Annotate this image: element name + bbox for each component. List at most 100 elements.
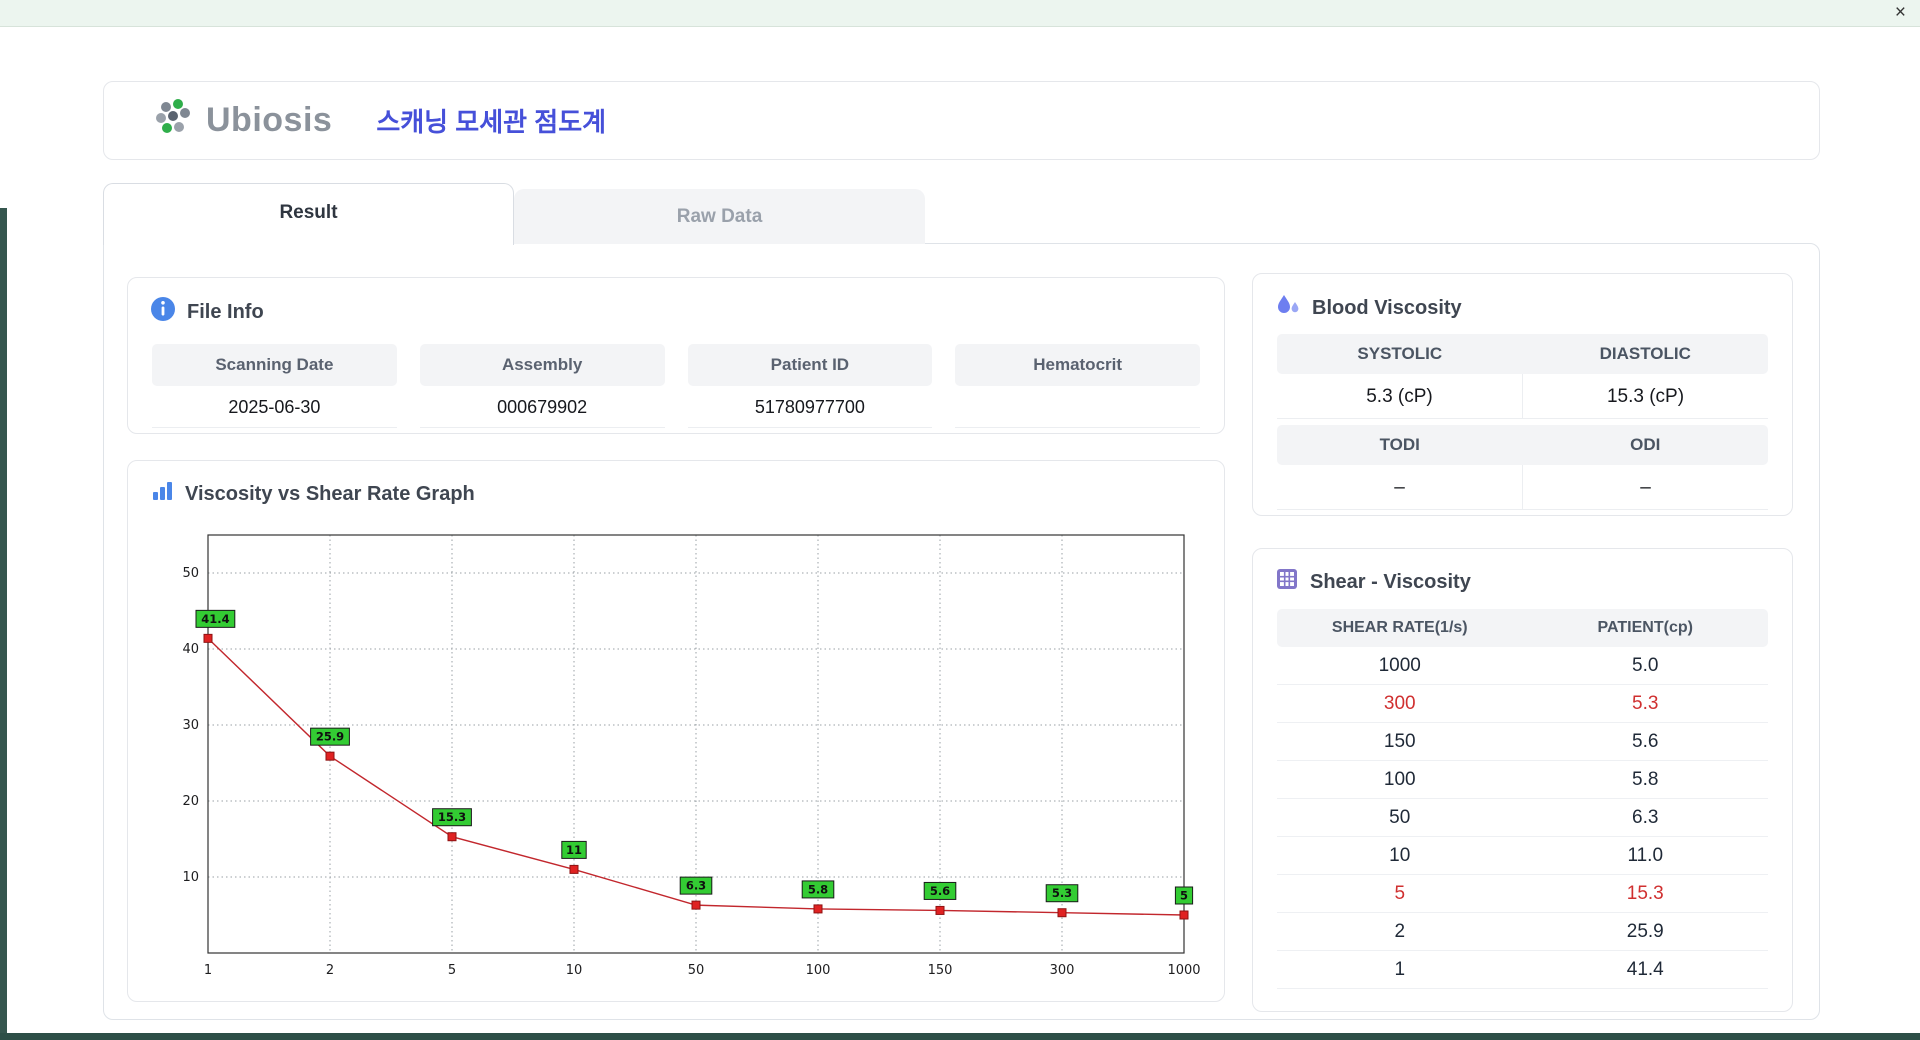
systolic-label: SYSTOLIC [1277, 334, 1523, 374]
todi-label: TODI [1277, 425, 1523, 465]
field-patient-id: Patient ID 51780977700 [687, 344, 933, 428]
svg-text:100: 100 [806, 963, 831, 978]
shear-cell: 5 [1394, 883, 1406, 904]
field-label: Assembly [419, 344, 665, 386]
file-info-title: File Info [187, 300, 264, 323]
svg-text:25.9: 25.9 [316, 730, 344, 744]
logo-text: Ubiosis [206, 101, 333, 139]
viscosity-chart: 10 20 30 40 50 1 2 5 10 50 100 150 300 1000 41.4 25.9 15… [182, 534, 1201, 978]
file-info-card: File Info Scanning Date 2025-06-30 Assem… [127, 277, 1225, 434]
field-assembly: Assembly 000679902 [419, 344, 665, 428]
app-header: Ubiosis 스캐닝 모세관 점도계 [103, 81, 1820, 160]
odi-label: ODI [1522, 425, 1768, 465]
svg-text:10: 10 [566, 963, 583, 978]
page-title: 스캐닝 모세관 점도계 [376, 107, 607, 137]
patient-cell: 6.3 [1632, 807, 1659, 828]
shear-cell: 300 [1383, 693, 1416, 714]
patient-cell: 41.4 [1626, 959, 1664, 980]
field-value: 51780977700 [687, 386, 933, 428]
blood-viscosity-title: Blood Viscosity [1312, 296, 1462, 319]
viscosity-graph-card: Viscosity vs Shear Rate Graph 10 20 30 40 50… [127, 460, 1225, 1002]
svg-text:10: 10 [182, 870, 199, 885]
field-value: 000679902 [419, 386, 665, 428]
blood-drop-icon [1275, 292, 1301, 324]
bv-value-row-2: – – [1277, 465, 1768, 510]
svg-text:41.4: 41.4 [201, 612, 229, 626]
tab-result[interactable]: Result [103, 183, 514, 245]
svg-text:5: 5 [448, 963, 456, 978]
svg-text:2: 2 [326, 963, 334, 978]
patient-cell: 11.0 [1627, 845, 1664, 866]
tab-raw-data[interactable]: Raw Data [514, 189, 925, 244]
shear-cell: 1000 [1378, 655, 1421, 676]
table-row: 5 15.3 [1277, 875, 1768, 913]
col-shear-rate: SHEAR RATE(1/s) [1331, 619, 1468, 636]
result-panel: File Info Scanning Date 2025-06-30 Assem… [103, 243, 1820, 1020]
svg-text:1000: 1000 [1167, 963, 1200, 978]
ubiosis-logo-icon [154, 98, 196, 143]
table-row: 10 11.0 [1277, 837, 1768, 875]
table-row: 150 5.6 [1277, 723, 1768, 761]
close-icon[interactable]: × [1895, 2, 1906, 24]
svg-text:5.3: 5.3 [1052, 886, 1072, 900]
svg-text:30: 30 [182, 718, 199, 733]
field-label: Hematocrit [955, 344, 1200, 386]
odi-value: – [1522, 465, 1768, 510]
window-left-edge [0, 208, 7, 1040]
table-row: 300 5.3 [1277, 685, 1768, 723]
patient-cell: 5.8 [1632, 769, 1659, 790]
grid-table-icon [1275, 567, 1299, 597]
patient-cell: 25.9 [1626, 921, 1664, 942]
shear-cell: 2 [1394, 921, 1406, 942]
field-hematocrit: Hematocrit [955, 344, 1200, 428]
svg-text:40: 40 [182, 642, 199, 657]
systolic-value: 5.3 (cP) [1277, 374, 1522, 419]
table-row: 1 41.4 [1277, 951, 1768, 989]
window-bottom-edge [0, 1033, 1920, 1040]
patient-cell: 5.6 [1632, 731, 1659, 752]
graph-title: Viscosity vs Shear Rate Graph [185, 482, 475, 505]
field-value [955, 386, 1200, 428]
ubiosis-logo: Ubiosis [154, 98, 332, 143]
shear-cell: 10 [1389, 845, 1411, 866]
table-header: SHEAR RATE(1/s) PATIENT(cp) [1277, 609, 1768, 647]
shear-viscosity-table: SHEAR RATE(1/s) PATIENT(cp) 1000 5.0 300… [1277, 609, 1768, 989]
table-row: 2 25.9 [1277, 913, 1768, 951]
bv-header-row-1: SYSTOLIC DIASTOLIC [1277, 334, 1768, 374]
svg-text:15.3: 15.3 [438, 810, 466, 824]
svg-text:5.8: 5.8 [808, 882, 828, 896]
field-scanning-date: Scanning Date 2025-06-30 [152, 344, 397, 428]
svg-text:50: 50 [182, 566, 199, 581]
window-titlebar: × [0, 0, 1920, 27]
info-icon [150, 296, 176, 328]
svg-text:6.3: 6.3 [686, 879, 706, 893]
shear-viscosity-title: Shear - Viscosity [1310, 570, 1471, 593]
table-row: 50 6.3 [1277, 799, 1768, 837]
table-row: 100 5.8 [1277, 761, 1768, 799]
field-label: Patient ID [687, 344, 933, 386]
svg-text:11: 11 [566, 843, 582, 857]
patient-cell: 5.3 [1632, 693, 1659, 714]
patient-cell: 5.0 [1632, 655, 1659, 676]
field-label: Scanning Date [152, 344, 397, 386]
svg-text:5.6: 5.6 [930, 884, 950, 898]
field-value: 2025-06-30 [152, 386, 397, 428]
patient-cell: 15.3 [1626, 883, 1664, 904]
bv-header-row-2: TODI ODI [1277, 425, 1768, 465]
todi-value: – [1277, 465, 1522, 510]
svg-text:50: 50 [688, 963, 705, 978]
svg-text:1: 1 [204, 963, 212, 978]
blood-viscosity-card: Blood Viscosity SYSTOLIC DIASTOLIC 5.3 (… [1252, 273, 1793, 516]
svg-text:20: 20 [182, 794, 199, 809]
table-row: 1000 5.0 [1277, 647, 1768, 685]
diastolic-label: DIASTOLIC [1522, 334, 1768, 374]
bv-value-row-1: 5.3 (cP) 15.3 (cP) [1277, 374, 1768, 419]
svg-text:5: 5 [1180, 889, 1188, 903]
shear-cell: 100 [1383, 769, 1416, 790]
shear-viscosity-card: Shear - Viscosity SHEAR RATE(1/s) PATIEN… [1252, 548, 1793, 1012]
bar-chart-icon [150, 479, 174, 509]
svg-text:150: 150 [928, 963, 953, 978]
shear-cell: 50 [1389, 807, 1411, 828]
col-patient: PATIENT(cp) [1597, 619, 1693, 636]
diastolic-value: 15.3 (cP) [1522, 374, 1768, 419]
